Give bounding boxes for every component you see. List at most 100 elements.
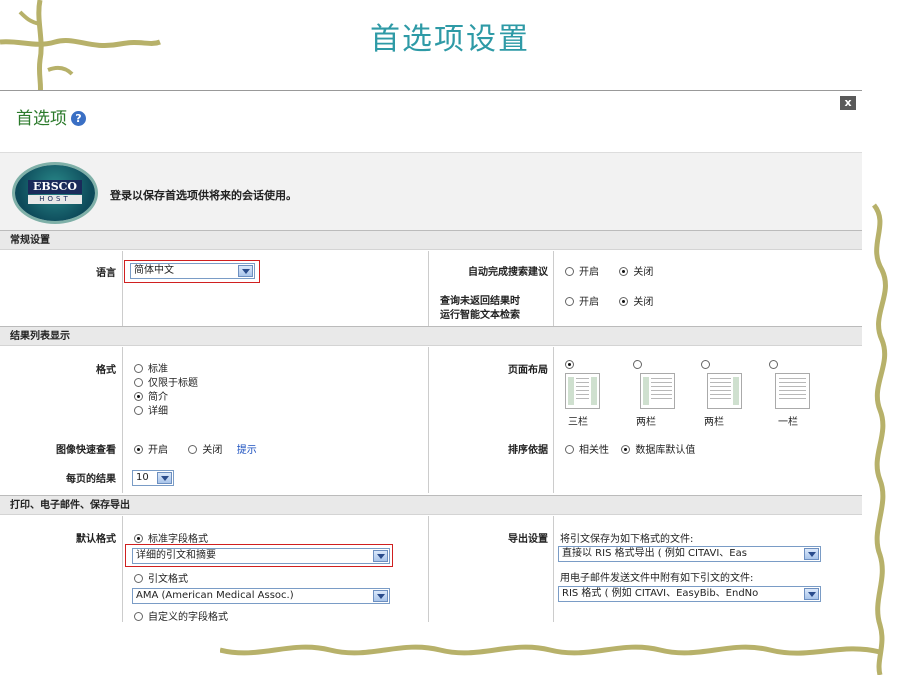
radio-button[interactable]: [134, 364, 143, 373]
export-email-select[interactable]: RIS 格式 ( 例如 CITAVI、EasyBib、EndNo: [558, 586, 821, 602]
chevron-down-icon: [804, 548, 819, 560]
citation-format-select[interactable]: AMA (American Medical Assoc.): [132, 588, 390, 604]
column-divider: [553, 347, 554, 493]
smarttext-label-2: 运行智能文本检索: [440, 310, 520, 321]
citation-format-value: AMA (American Medical Assoc.): [136, 590, 294, 601]
export-save-value: 直接以 RIS 格式导出 ( 例如 CITAVI、Eas: [562, 548, 747, 559]
quickview-on-radio[interactable]: [134, 445, 143, 454]
radio-button[interactable]: [134, 406, 143, 415]
radio-button[interactable]: [633, 360, 642, 369]
radio-button[interactable]: [134, 392, 143, 401]
format-option-detailed[interactable]: 详细: [134, 402, 168, 417]
radio-button[interactable]: [769, 360, 778, 369]
column-divider: [122, 251, 123, 326]
language-label: 语言: [96, 268, 116, 279]
quickview-label: 图像快速查看: [56, 445, 116, 456]
quickview-off-label: 关闭: [202, 445, 223, 456]
sort-default-label: 数据库默认值: [635, 445, 696, 456]
sort-relevance-label: 相关性: [579, 445, 609, 456]
dialog-title: 首选项?: [16, 104, 86, 129]
radio-button[interactable]: [701, 360, 710, 369]
layout-two-column-right-icon: [707, 373, 742, 409]
quickview-options: 开启 关闭 提示: [134, 441, 257, 456]
radio-button[interactable]: [134, 612, 143, 621]
citation-format-option[interactable]: 引文格式: [134, 570, 188, 585]
column-divider: [122, 347, 123, 493]
smarttext-off-radio[interactable]: [619, 297, 629, 306]
chevron-down-icon: [373, 590, 388, 602]
section-header-general: 常规设置: [0, 230, 862, 250]
logo-text-top: EBSCO: [28, 180, 82, 194]
layout-option-label: 两栏: [704, 417, 724, 428]
format-label: 格式: [96, 365, 116, 376]
radio-button[interactable]: [134, 534, 143, 543]
layout-option-label: 三栏: [568, 417, 588, 428]
divider: [0, 90, 862, 91]
column-divider: [428, 347, 429, 493]
layout-radio-two-a[interactable]: [633, 360, 647, 371]
per-page-select[interactable]: 10: [132, 470, 174, 486]
standard-fields-option[interactable]: 标准字段格式: [134, 530, 208, 545]
layout-option-label: 两栏: [636, 417, 656, 428]
login-message: 登录以保存首选项供将来的会话使用。: [110, 189, 297, 202]
close-icon[interactable]: x: [840, 96, 856, 110]
export-email-text: 用电子邮件发送文件中附有如下引文的文件:: [560, 573, 754, 584]
format-option-standard[interactable]: 标准: [134, 360, 168, 375]
section-header-results: 结果列表显示: [0, 326, 862, 346]
layout-option-label: 一栏: [778, 417, 798, 428]
export-save-select[interactable]: 直接以 RIS 格式导出 ( 例如 CITAVI、Eas: [558, 546, 821, 562]
vine-decoration-bottom: [220, 644, 881, 656]
quickview-off-radio[interactable]: [188, 445, 198, 454]
custom-fields-option[interactable]: 自定义的字段格式: [134, 608, 228, 622]
quickview-on-label: 开启: [148, 445, 168, 456]
radio-button[interactable]: [134, 378, 143, 387]
smarttext-on-radio[interactable]: [565, 297, 574, 306]
autocomplete-on-radio[interactable]: [565, 267, 574, 276]
export-email-value: RIS 格式 ( 例如 CITAVI、EasyBib、EndNo: [562, 588, 759, 599]
sort-default-radio[interactable]: [621, 445, 631, 454]
chevron-down-icon: [804, 588, 819, 600]
layout-three-column-icon: [565, 373, 600, 409]
autocomplete-off-label: 关闭: [633, 267, 654, 278]
export-save-text: 将引文保存为如下格式的文件:: [560, 534, 694, 545]
smarttext-on-label: 开启: [579, 297, 599, 308]
radio-button[interactable]: [134, 574, 143, 583]
sort-label: 排序依据: [508, 445, 548, 456]
layout-radio-one[interactable]: [769, 360, 783, 371]
default-format-label: 默认格式: [76, 534, 116, 545]
chevron-down-icon: [157, 472, 172, 484]
highlight-box: [125, 544, 393, 567]
per-page-label: 每页的结果: [66, 474, 116, 485]
column-divider: [553, 516, 554, 622]
preferences-dialog: 首选项? x EBSCO HOST 登录以保存首选项供将来的会话使用。 常规设置…: [0, 90, 862, 622]
radio-button[interactable]: [565, 360, 574, 369]
layout-two-column-left-icon: [640, 373, 675, 409]
layout-radio-three[interactable]: [565, 360, 579, 371]
column-divider: [553, 251, 554, 326]
citation-format-label: 引文格式: [148, 574, 188, 585]
layout-one-column-icon: [775, 373, 810, 409]
sort-relevance-radio[interactable]: [565, 445, 574, 454]
smarttext-label-1: 查询未返回结果时: [440, 296, 520, 307]
vine-decoration-right: [871, 203, 888, 675]
format-option-label: 详细: [148, 406, 168, 417]
column-divider: [428, 516, 429, 622]
section-header-export: 打印、电子邮件、保存导出: [0, 495, 862, 515]
layout-label: 页面布局: [508, 365, 548, 376]
format-option-brief[interactable]: 简介: [134, 388, 168, 403]
quickview-hint-link[interactable]: 提示: [237, 445, 257, 456]
format-option-title-only[interactable]: 仅限于标题: [134, 374, 198, 389]
dialog-title-text: 首选项: [16, 109, 67, 129]
smarttext-options: 开启 关闭: [565, 293, 653, 308]
autocomplete-on-label: 开启: [579, 267, 599, 278]
slide-title: 首选项设置: [370, 22, 530, 57]
login-banner: EBSCO HOST 登录以保存首选项供将来的会话使用。: [0, 152, 862, 237]
help-icon[interactable]: ?: [71, 111, 86, 126]
autocomplete-options: 开启 关闭: [565, 263, 653, 278]
per-page-value: 10: [136, 472, 149, 483]
layout-radio-two-b[interactable]: [701, 360, 715, 371]
autocomplete-label: 自动完成搜索建议: [468, 267, 548, 278]
logo-text-bottom: HOST: [28, 195, 82, 204]
autocomplete-off-radio[interactable]: [619, 267, 629, 276]
export-settings-label: 导出设置: [508, 534, 548, 545]
